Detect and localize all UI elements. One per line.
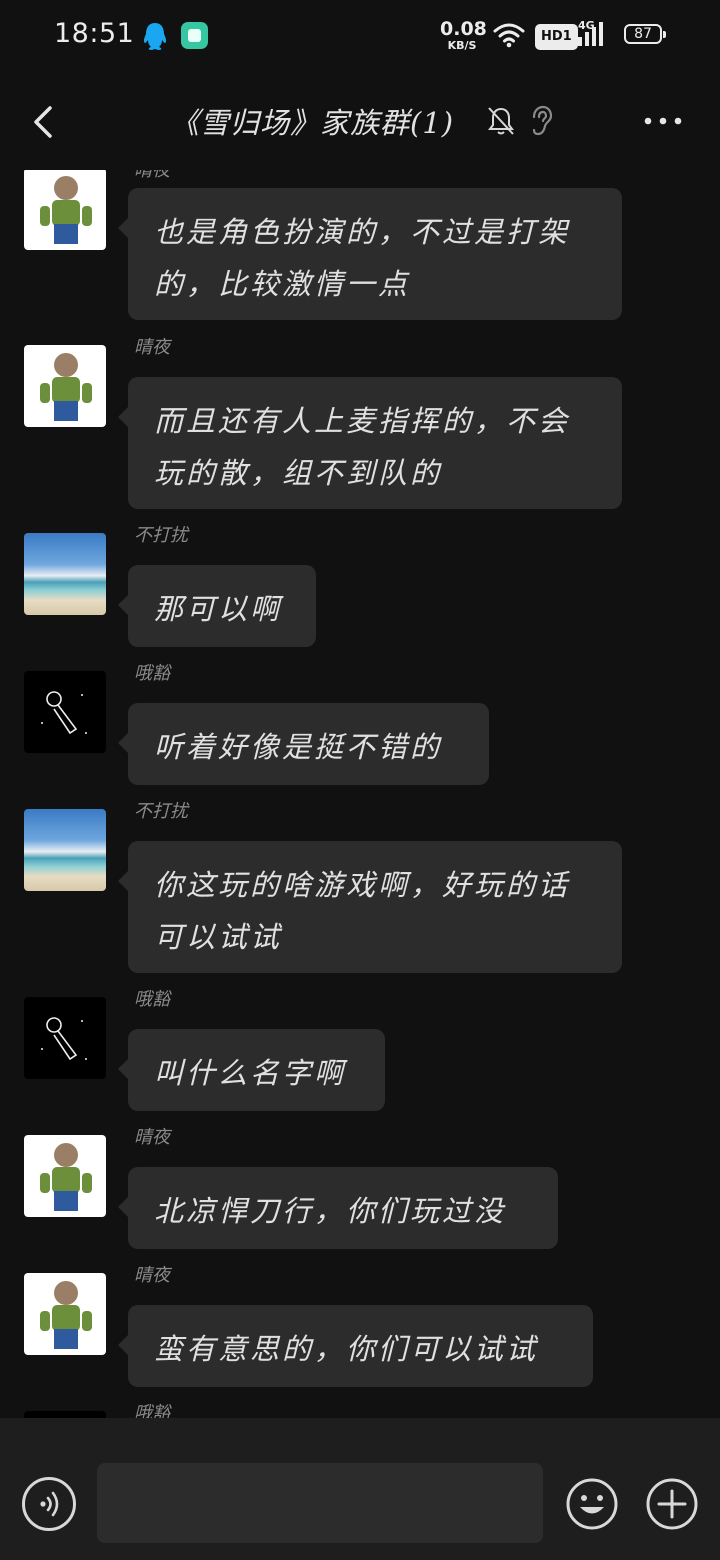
chat-header: 《雪归场》家族群(1) bbox=[0, 72, 720, 170]
sender-name: 哦豁 bbox=[134, 989, 170, 1010]
man-avatar-icon bbox=[40, 1143, 92, 1211]
input-bar bbox=[0, 1418, 720, 1560]
message-bubble[interactable]: 蛮有意思的，你们可以试试 bbox=[118, 1305, 593, 1387]
avatar[interactable] bbox=[24, 345, 106, 427]
wifi-icon bbox=[493, 23, 525, 48]
message-bubble[interactable]: 叫什么名字啊 bbox=[118, 1029, 385, 1111]
man-avatar-icon bbox=[40, 1281, 92, 1349]
status-bar: 18:51 0.08 KB/S HD1 4G 87 bbox=[0, 0, 720, 72]
bell-off-icon bbox=[488, 107, 514, 135]
network-speed-unit: KB/S bbox=[447, 39, 477, 52]
status-time: 18:51 bbox=[54, 18, 135, 49]
sender-name: 晴夜 bbox=[134, 337, 170, 358]
avatar[interactable] bbox=[24, 533, 106, 615]
signal-strength-icon bbox=[578, 22, 603, 46]
message-bubble[interactable]: 听着好像是挺不错的 bbox=[118, 703, 489, 785]
astronaut-avatar-icon bbox=[41, 691, 87, 735]
avatar[interactable] bbox=[24, 809, 106, 891]
man-avatar-icon bbox=[40, 176, 92, 244]
message-bubble[interactable]: 那可以啊 bbox=[118, 565, 316, 647]
hd-voice-badge: HD1 bbox=[535, 24, 578, 50]
sender-name: 不打扰 bbox=[134, 525, 188, 546]
chat-title: 《雪归场》家族群(1) bbox=[170, 106, 455, 140]
avatar[interactable] bbox=[24, 1135, 106, 1217]
battery-indicator: 87 bbox=[624, 24, 666, 44]
avatar[interactable] bbox=[24, 1411, 106, 1418]
voice-input-button[interactable] bbox=[22, 1477, 76, 1531]
man-avatar-icon bbox=[40, 353, 92, 421]
avatar[interactable] bbox=[24, 671, 106, 753]
avatar[interactable] bbox=[24, 1273, 106, 1355]
message-input[interactable] bbox=[97, 1463, 543, 1543]
sender-name: 哦豁 bbox=[134, 663, 170, 684]
message-bubble[interactable]: 北凉悍刀行，你们玩过没 bbox=[118, 1167, 558, 1249]
qq-penguin-icon bbox=[143, 23, 167, 50]
astronaut-avatar-icon bbox=[41, 1017, 87, 1061]
sender-name: 不打扰 bbox=[134, 801, 188, 822]
avatar[interactable] bbox=[24, 170, 106, 250]
emoji-button[interactable] bbox=[564, 1476, 620, 1532]
network-speed-value: 0.08 bbox=[440, 18, 487, 40]
sender-name: 晴夜 bbox=[134, 1265, 170, 1286]
network-speed: 0.08 KB/S bbox=[440, 18, 487, 52]
message-bubble[interactable]: 你这玩的啥游戏啊，好玩的话可以试试 bbox=[118, 841, 622, 973]
sender-name: 哦豁 bbox=[134, 1403, 170, 1418]
voice-icon bbox=[40, 1491, 59, 1517]
more-options-button[interactable] bbox=[640, 106, 686, 136]
back-button[interactable] bbox=[24, 100, 68, 144]
add-more-button[interactable] bbox=[644, 1476, 700, 1532]
astronaut-avatar-icon bbox=[24, 1411, 106, 1418]
message-list[interactable]: 晴夜 也是角色扮演的，不过是打架的，比较激情一点 晴夜 而且还有人上麦指挥的，不… bbox=[0, 170, 720, 1418]
app-notification-icon bbox=[181, 22, 208, 49]
message-bubble[interactable]: 也是角色扮演的，不过是打架的，比较激情一点 bbox=[118, 188, 622, 320]
message-bubble[interactable]: 而且还有人上麦指挥的，不会玩的散，组不到队的 bbox=[118, 377, 622, 509]
avatar[interactable] bbox=[24, 997, 106, 1079]
sender-name: 晴夜 bbox=[134, 1127, 170, 1148]
ear-icon bbox=[532, 105, 553, 136]
sender-name: 晴夜 bbox=[134, 170, 170, 181]
